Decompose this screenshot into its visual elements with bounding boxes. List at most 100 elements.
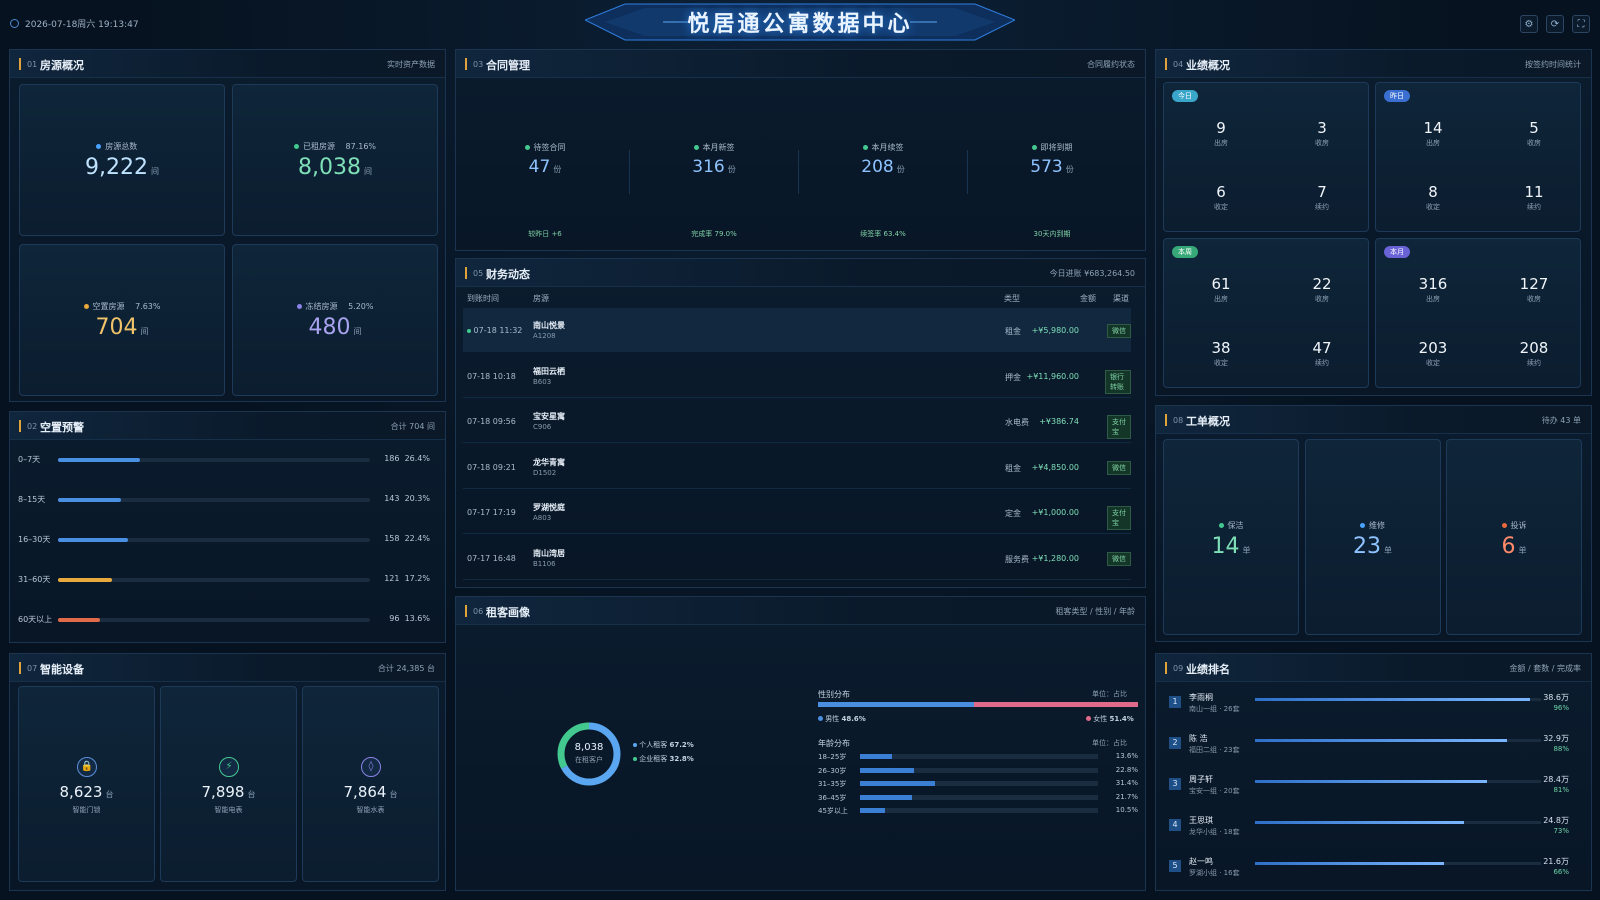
dashboard: 2026-07-18周六 19:13:47 悦居通公寓数据中心 ⚙ ⟳ ⛶ 01… [0,0,1600,900]
perf-block: 本周 61 出房 22 收房 38 收定 47 续约 [1163,238,1369,388]
donut-legend-item: 企业租客 32.8% [633,754,694,764]
finance-row[interactable]: 07-18 10:18 福田云栖 B603 押金 +¥11,960.00 银行转… [463,354,1131,398]
finance-row[interactable]: 07-17 16:48 南山湾居 B1106 服务费 +¥1,280.00 微信 [463,536,1131,580]
panel-meta: 金额 / 套数 / 完成率 [1509,664,1581,673]
finance-room: D1502 [533,468,557,477]
panel-title: 工单概况 [1186,415,1230,428]
rank-pct: 96% [1553,704,1569,712]
device-card: ◊ 7,864 台 智能水表 [302,686,439,882]
vacancy-count-num: 143 [384,494,400,503]
device-card: 🔒 8,623 台 智能门锁 [18,686,155,882]
vacancy-track [58,498,370,502]
fullscreen-icon[interactable]: ⛶ [1572,15,1590,33]
stat-label-text: 空置房源 [92,302,125,311]
workorder-card[interactable]: 维修 23 单 [1304,439,1441,635]
panel-num: 01 [27,60,38,69]
finance-row[interactable]: 07-18 09:56 宝安星寓 C906 水电费 +¥386.74 支付宝 [463,399,1131,443]
drop-icon: ◊ [361,757,381,777]
refresh-icon[interactable]: ⟳ [1546,15,1564,33]
age-track [860,781,1098,786]
panel-header: 06 租客画像 租客类型 / 性别 / 年龄 [456,597,1145,625]
perf-block: 今日 9 出房 3 收房 6 收定 7 续约 [1163,82,1369,232]
vacancy-count-num: 96 [389,614,400,623]
age-unit: 单位：占比 [1092,739,1127,747]
age-fill [860,781,935,786]
age-row: 26–30岁 22.8% [818,765,1138,777]
perf-value: 5 [1529,119,1539,137]
finance-time-text: 07-17 16:48 [467,553,516,563]
rank-pct: 66% [1553,868,1569,876]
perf-label: 续约 [1315,203,1329,211]
finance-row[interactable]: 07-18 11:32 南山悦景 A1208 租金 +¥5,980.00 微信 [463,308,1131,352]
rank-row[interactable]: 4 王思琪 龙华小组 · 18套 24.8万 73% [1163,811,1575,849]
contract-unit: 份 [896,165,905,174]
contract-stat: 待签合同 47 份 [485,142,605,177]
perf-label: 收定 [1214,359,1228,367]
workorder-card[interactable]: 保洁 14 单 [1163,439,1299,635]
perf-value: 127 [1519,275,1549,293]
perf-badge[interactable]: 本月 [1384,246,1410,258]
donut-legend-item: 个人租客 67.2% [633,740,694,750]
status-dot [1031,145,1037,150]
finance-row[interactable]: 07-17 17:19 罗湖悦庭 A803 定金 +¥1,000.00 支付宝 [463,490,1131,534]
finance-time: 07-18 11:32 [467,326,522,335]
perf-value: 22 [1312,275,1332,293]
workorder-label-text: 保洁 [1227,521,1244,530]
workorder-card[interactable]: 投诉 6单 [1446,439,1582,635]
stat-number: 8,038 [298,155,361,180]
vacancy-pct: 26.4% [404,454,430,463]
finance-property: 宝安星寓 [533,412,565,421]
finance-channel: 银行转账 [1105,369,1131,394]
panel-num: 06 [473,607,484,616]
perf-badge[interactable]: 本周 [1172,246,1198,258]
panel-meta: 租客类型 / 性别 / 年龄 [1055,607,1135,616]
panel-header: 02 空置预警 合计 704 间 [10,412,445,440]
finance-time: 07-17 17:19 [467,508,516,517]
stat-label-text: 已租房源 [302,142,335,151]
panel-title: 智能设备 [40,663,84,676]
finance-row[interactable]: 07-18 09:21 龙华青寓 D1502 租金 +¥4,850.00 微信 [463,445,1131,489]
vacancy-track [58,578,370,582]
vacancy-label: 0–7天 [18,455,41,464]
rank-row[interactable]: 2 陈 浩 福田二组 · 23套 32.9万 88% [1163,729,1575,767]
device-count: 8,623 [59,783,103,801]
legend-label: 个人租客 [639,741,668,749]
vacancy-row: 0–7天 186 26.4% [18,452,430,468]
rank-row[interactable]: 3 周子轩 宝安一组 · 20套 28.4万 81% [1163,770,1575,808]
rank-team: 福田二组 · 23套 [1189,746,1240,754]
vacancy-count-num: 186 [384,454,400,463]
panel-header: 07 智能设备 合计 24,385 台 [10,654,445,682]
perf-label: 收定 [1426,359,1440,367]
title-banner: 悦居通公寓数据中心 [585,0,1015,44]
panel-meta: 合计 24,385 台 [377,664,435,673]
contract-label: 即将到期 [992,142,1112,153]
rank-row[interactable]: 1 李雨桐 南山一组 · 26套 38.6万 96% [1163,688,1575,726]
perf-value: 8 [1428,183,1438,201]
divider [629,150,630,194]
perf-badge[interactable]: 今日 [1172,90,1198,102]
finance-channel: 微信 [1107,551,1131,566]
finance-channel: 支付宝 [1107,415,1131,439]
datetime: 2026-07-18周六 19:13:47 [10,17,139,30]
finance-time-text: 07-18 09:56 [467,417,516,426]
contract-number: 47 [528,157,551,177]
perf-label: 续约 [1315,359,1329,367]
stat-unit: 间 [353,327,362,336]
bolt-icon: ⚡ [219,757,239,777]
workorder-label-text: 维修 [1369,521,1385,530]
perf-label: 续约 [1527,203,1541,211]
vacancy-count: 143 20.3% [384,494,430,503]
panel-header: 09 业绩排名 金额 / 套数 / 完成率 [1156,654,1591,682]
gender-unit: 单位：占比 [1092,690,1127,698]
settings-icon[interactable]: ⚙ [1520,15,1538,33]
panel-header: 08 工单概况 待办 43 单 [1156,406,1591,434]
status-dot [83,304,89,309]
age-track [860,754,1098,759]
rank-row[interactable]: 5 赵一鸣 罗湖小组 · 16套 21.6万 66% [1163,852,1575,890]
stat-unit: 间 [140,327,149,336]
vacancy-row: 31–60天 121 17.2% [18,572,430,588]
age-label: 26–30岁 [818,766,847,775]
perf-value: 208 [1519,339,1549,357]
perf-badge[interactable]: 昨日 [1384,90,1410,102]
panel-meta: 按签约时间统计 [1525,60,1581,69]
